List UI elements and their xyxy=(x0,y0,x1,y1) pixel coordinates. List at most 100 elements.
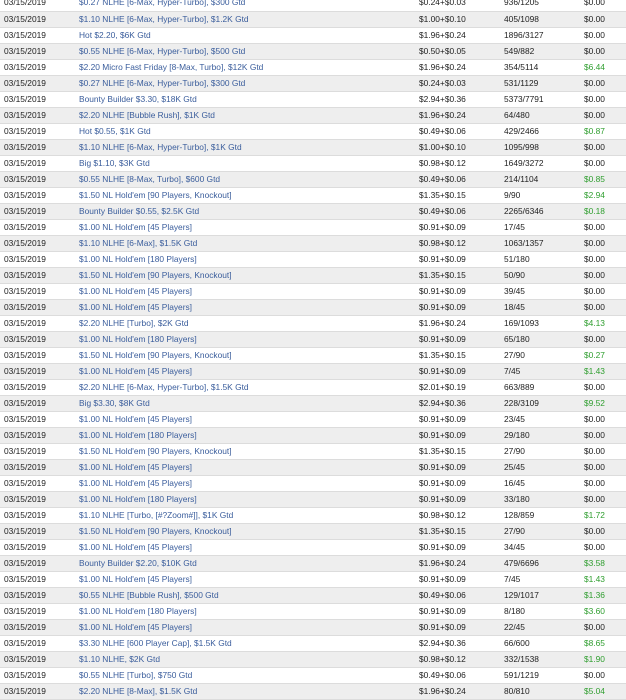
tournament-name-cell[interactable]: $0.55 NLHE [6-Max, Hyper-Turbo], $500 Gt… xyxy=(79,43,419,60)
tournament-link[interactable]: $1.00 NL Hold'em [180 Players] xyxy=(79,606,197,616)
table-row[interactable]: 03/15/2019 Bounty Builder $0.55, $2.5K Gt… xyxy=(0,203,626,220)
tournament-name-cell[interactable]: $1.00 NL Hold'em [180 Players] xyxy=(79,331,419,348)
tournament-name-cell[interactable]: $1.50 NL Hold'em [90 Players, Knockout] xyxy=(79,347,419,364)
table-row[interactable]: 03/15/2019 $0.27 NLHE [6-Max, Hyper-Turbo… xyxy=(0,0,626,12)
table-row[interactable]: 03/15/2019 $0.55 NLHE [8-Max, Turbo], $60… xyxy=(0,171,626,188)
table-row[interactable]: 03/15/2019 $3.30 NLHE [600 Player Cap], $… xyxy=(0,635,626,652)
tournament-link[interactable]: $1.10 NLHE [6-Max], $1.5K Gtd xyxy=(79,238,197,248)
table-row[interactable]: 03/15/2019 $1.00 NL Hold'em [45 Players] $… xyxy=(0,539,626,556)
tournament-name-cell[interactable]: $0.55 NLHE [Turbo], $750 Gtd xyxy=(79,667,419,684)
tournament-name-cell[interactable]: $1.00 NL Hold'em [180 Players] xyxy=(79,603,419,620)
tournament-name-cell[interactable]: $1.00 NL Hold'em [45 Players] xyxy=(79,299,419,316)
tournament-name-cell[interactable]: $1.00 NL Hold'em [45 Players] xyxy=(79,283,419,300)
table-row[interactable]: 03/15/2019 $0.27 NLHE [6-Max, Hyper-Turbo… xyxy=(0,75,626,92)
table-row[interactable]: 03/15/2019 Big $3.30, $8K Gtd $2.94+$0.36 2… xyxy=(0,395,626,412)
tournament-name-cell[interactable]: $2.20 NLHE [Turbo], $2K Gtd xyxy=(79,315,419,332)
table-row[interactable]: 03/15/2019 Bounty Builder $2.20, $10K Gtd… xyxy=(0,555,626,572)
tournament-link[interactable]: Big $3.30, $8K Gtd xyxy=(79,398,150,408)
table-row[interactable]: 03/15/2019 $2.20 NLHE [8-Max], $1.5K Gtd $… xyxy=(0,683,626,700)
tournament-link[interactable]: $1.00 NL Hold'em [45 Players] xyxy=(79,622,192,632)
table-row[interactable]: 03/15/2019 $1.00 NL Hold'em [45 Players] $… xyxy=(0,299,626,316)
tournament-link[interactable]: $2.20 NLHE [Turbo], $2K Gtd xyxy=(79,318,189,328)
table-row[interactable]: 03/15/2019 $1.00 NL Hold'em [180 Players]… xyxy=(0,251,626,268)
tournament-name-cell[interactable]: $1.00 NL Hold'em [45 Players] xyxy=(79,459,419,476)
tournament-link[interactable]: $1.00 NL Hold'em [45 Players] xyxy=(79,462,192,472)
tournament-name-cell[interactable]: $1.00 NL Hold'em [45 Players] xyxy=(79,571,419,588)
tournament-name-cell[interactable]: $1.00 NL Hold'em [45 Players] xyxy=(79,363,419,380)
table-row[interactable]: 03/15/2019 $1.00 NL Hold'em [45 Players] $… xyxy=(0,283,626,300)
tournament-name-cell[interactable]: $1.10 NLHE [6-Max, Hyper-Turbo], $1.2K G… xyxy=(79,11,419,28)
tournament-name-cell[interactable]: Big $1.10, $3K Gtd xyxy=(79,155,419,172)
table-row[interactable]: 03/15/2019 $1.10 NLHE [6-Max, Hyper-Turbo… xyxy=(0,139,626,156)
tournament-name-cell[interactable]: $2.20 NLHE [Bubble Rush], $1K Gtd xyxy=(79,107,419,124)
tournament-link[interactable]: $1.00 NL Hold'em [45 Players] xyxy=(79,414,192,424)
tournament-link[interactable]: $1.00 NL Hold'em [180 Players] xyxy=(79,254,197,264)
table-row[interactable]: 03/15/2019 $1.50 NL Hold'em [90 Players, … xyxy=(0,267,626,284)
table-row[interactable]: 03/15/2019 $2.20 NLHE [Bubble Rush], $1K … xyxy=(0,107,626,124)
tournament-link[interactable]: $1.50 NL Hold'em [90 Players, Knockout] xyxy=(79,350,232,360)
tournament-link[interactable]: $1.50 NL Hold'em [90 Players, Knockout] xyxy=(79,526,232,536)
tournament-name-cell[interactable]: $0.55 NLHE [8-Max, Turbo], $600 Gtd xyxy=(79,171,419,188)
tournament-link[interactable]: $1.00 NL Hold'em [45 Players] xyxy=(79,366,192,376)
table-row[interactable]: 03/15/2019 $1.50 NL Hold'em [90 Players, … xyxy=(0,523,626,540)
tournament-link[interactable]: $1.00 NL Hold'em [180 Players] xyxy=(79,430,197,440)
table-row[interactable]: 03/15/2019 $0.55 NLHE [Turbo], $750 Gtd $0… xyxy=(0,667,626,684)
tournament-name-cell[interactable]: $0.27 NLHE [6-Max, Hyper-Turbo], $300 Gt… xyxy=(79,0,419,12)
tournament-link[interactable]: $1.10 NLHE, $2K Gtd xyxy=(79,654,160,664)
tournament-name-cell[interactable]: $1.00 NL Hold'em [45 Players] xyxy=(79,411,419,428)
tournament-link[interactable]: $3.30 NLHE [600 Player Cap], $1.5K Gtd xyxy=(79,638,232,648)
tournament-link[interactable]: Hot $2.20, $6K Gtd xyxy=(79,30,151,40)
tournament-name-cell[interactable]: $2.20 NLHE [8-Max], $1.5K Gtd xyxy=(79,683,419,700)
tournament-name-cell[interactable]: $1.00 NL Hold'em [180 Players] xyxy=(79,427,419,444)
table-row[interactable]: 03/15/2019 $1.10 NLHE, $2K Gtd $0.98+$0.12… xyxy=(0,651,626,668)
table-row[interactable]: 03/15/2019 Hot $0.55, $1K Gtd $0.49+$0.06 4… xyxy=(0,123,626,140)
tournament-name-cell[interactable]: Big $3.30, $8K Gtd xyxy=(79,395,419,412)
tournament-link[interactable]: $1.00 NL Hold'em [45 Players] xyxy=(79,286,192,296)
tournament-link[interactable]: $1.00 NL Hold'em [180 Players] xyxy=(79,334,197,344)
tournament-name-cell[interactable]: $1.00 NL Hold'em [45 Players] xyxy=(79,619,419,636)
tournament-name-cell[interactable]: $0.27 NLHE [6-Max, Hyper-Turbo], $300 Gt… xyxy=(79,75,419,92)
tournament-link[interactable]: Bounty Builder $0.55, $2.5K Gtd xyxy=(79,206,199,216)
tournament-link[interactable]: $1.00 NL Hold'em [45 Players] xyxy=(79,222,192,232)
table-row[interactable]: 03/15/2019 Bounty Builder $3.30, $18K Gtd… xyxy=(0,91,626,108)
tournament-name-cell[interactable]: $1.00 NL Hold'em [45 Players] xyxy=(79,539,419,556)
table-row[interactable]: 03/15/2019 $1.00 NL Hold'em [45 Players] $… xyxy=(0,219,626,236)
tournament-link[interactable]: $0.55 NLHE [8-Max, Turbo], $600 Gtd xyxy=(79,174,220,184)
table-row[interactable]: 03/15/2019 $1.50 NL Hold'em [90 Players, … xyxy=(0,187,626,204)
table-row[interactable]: 03/15/2019 $0.55 NLHE [Bubble Rush], $500… xyxy=(0,587,626,604)
tournament-name-cell[interactable]: $3.30 NLHE [600 Player Cap], $1.5K Gtd xyxy=(79,635,419,652)
tournament-link[interactable]: $1.00 NL Hold'em [45 Players] xyxy=(79,302,192,312)
tournament-name-cell[interactable]: $1.10 NLHE [6-Max, Hyper-Turbo], $1K Gtd xyxy=(79,139,419,156)
table-row[interactable]: 03/15/2019 $1.00 NL Hold'em [180 Players]… xyxy=(0,603,626,620)
tournament-name-cell[interactable]: Hot $2.20, $6K Gtd xyxy=(79,27,419,44)
tournament-link[interactable]: $2.20 NLHE [8-Max], $1.5K Gtd xyxy=(79,686,197,696)
table-row[interactable]: 03/15/2019 $2.20 Micro Fast Friday [8-Max… xyxy=(0,59,626,76)
tournament-name-cell[interactable]: $0.55 NLHE [Bubble Rush], $500 Gtd xyxy=(79,587,419,604)
tournament-link[interactable]: $0.55 NLHE [Bubble Rush], $500 Gtd xyxy=(79,590,219,600)
tournament-link[interactable]: $2.20 NLHE [Bubble Rush], $1K Gtd xyxy=(79,110,215,120)
tournament-link[interactable]: $1.00 NL Hold'em [180 Players] xyxy=(79,494,197,504)
tournament-name-cell[interactable]: $1.10 NLHE [6-Max], $1.5K Gtd xyxy=(79,235,419,252)
table-row[interactable]: 03/15/2019 $1.00 NL Hold'em [180 Players]… xyxy=(0,331,626,348)
tournament-link[interactable]: Big $1.10, $3K Gtd xyxy=(79,158,150,168)
table-row[interactable]: 03/15/2019 $1.00 NL Hold'em [45 Players] $… xyxy=(0,571,626,588)
tournament-link[interactable]: $0.27 NLHE [6-Max, Hyper-Turbo], $300 Gt… xyxy=(79,0,245,7)
tournament-name-cell[interactable]: $1.10 NLHE [Turbo, [#?Zoom#]], $1K Gtd xyxy=(79,507,419,524)
tournament-link[interactable]: Bounty Builder $3.30, $18K Gtd xyxy=(79,94,197,104)
tournament-link[interactable]: $0.27 NLHE [6-Max, Hyper-Turbo], $300 Gt… xyxy=(79,78,245,88)
table-row[interactable]: 03/15/2019 $2.20 NLHE [6-Max, Hyper-Turbo… xyxy=(0,379,626,396)
tournament-name-cell[interactable]: $1.00 NL Hold'em [180 Players] xyxy=(79,491,419,508)
tournament-name-cell[interactable]: $1.00 NL Hold'em [45 Players] xyxy=(79,219,419,236)
table-row[interactable]: 03/15/2019 $1.00 NL Hold'em [45 Players] $… xyxy=(0,475,626,492)
tournament-name-cell[interactable]: $1.50 NL Hold'em [90 Players, Knockout] xyxy=(79,187,419,204)
table-row[interactable]: 03/15/2019 $1.00 NL Hold'em [180 Players]… xyxy=(0,427,626,444)
table-row[interactable]: 03/15/2019 Hot $2.20, $6K Gtd $1.96+$0.24 1… xyxy=(0,27,626,44)
tournament-link[interactable]: $1.00 NL Hold'em [45 Players] xyxy=(79,478,192,488)
tournament-link[interactable]: $1.50 NL Hold'em [90 Players, Knockout] xyxy=(79,446,232,456)
table-row[interactable]: 03/15/2019 $1.50 NL Hold'em [90 Players, … xyxy=(0,347,626,364)
tournament-link[interactable]: $1.50 NL Hold'em [90 Players, Knockout] xyxy=(79,270,232,280)
table-row[interactable]: 03/15/2019 $1.50 NL Hold'em [90 Players, … xyxy=(0,443,626,460)
table-row[interactable]: 03/15/2019 Big $1.10, $3K Gtd $0.98+$0.12 1… xyxy=(0,155,626,172)
table-row[interactable]: 03/15/2019 $1.00 NL Hold'em [45 Players] $… xyxy=(0,459,626,476)
tournament-link[interactable]: Hot $0.55, $1K Gtd xyxy=(79,126,151,136)
